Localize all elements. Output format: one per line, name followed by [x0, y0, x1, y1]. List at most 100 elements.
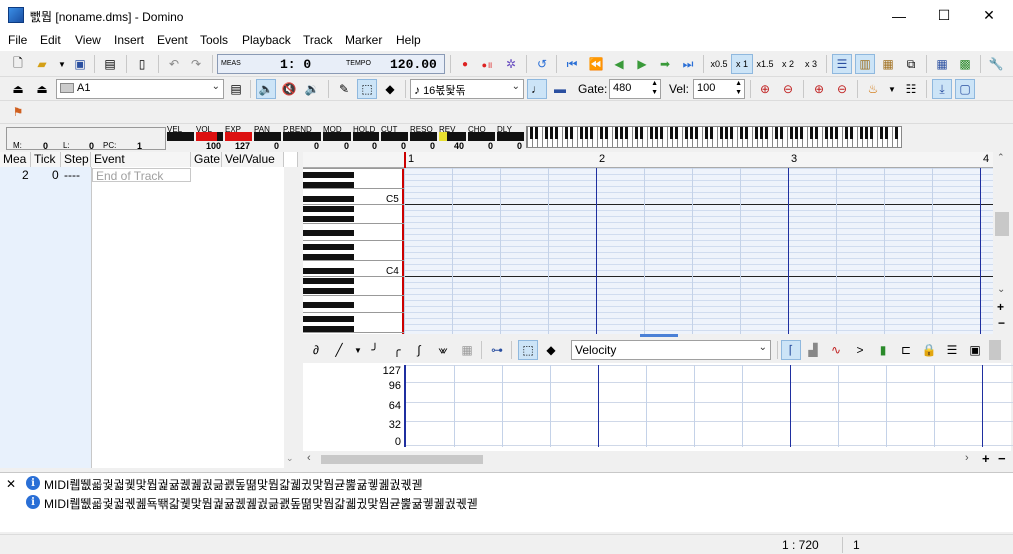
col-step[interactable]: Step	[61, 152, 91, 167]
zoom-plus-icon[interactable]: +	[997, 300, 1004, 314]
import-icon[interactable]: ⤓	[932, 79, 952, 99]
menu-view[interactable]: View	[75, 33, 101, 47]
lock-icon[interactable]: 🔒	[919, 340, 939, 360]
pencil-icon[interactable]: ✎	[334, 79, 354, 99]
black-key[interactable]	[303, 230, 354, 236]
list-view-icon[interactable]: ☰	[832, 54, 852, 74]
ctrl-view-icon[interactable]: ▣	[965, 340, 985, 360]
ctrl-scroll-thumb[interactable]	[989, 340, 1001, 360]
piano-keyboard[interactable]	[303, 168, 404, 334]
step-back-icon[interactable]: ◀	[609, 54, 629, 74]
close-button[interactable]: ✕	[966, 0, 1012, 31]
undo-icon[interactable]: ↶	[164, 54, 184, 74]
vel-input[interactable]: 100 ▲ ▼	[693, 79, 745, 99]
gate-input[interactable]: 480 ▲ ▼	[609, 79, 661, 99]
table-row[interactable]: 2 0 ---- End of Track	[0, 168, 284, 183]
menu-tools[interactable]: Tools	[200, 33, 228, 47]
black-key[interactable]	[303, 316, 354, 322]
chevron-right-icon[interactable]: ›	[965, 452, 969, 464]
col-value[interactable]: Vel/Value	[222, 152, 284, 167]
mute-icon[interactable]: 🔇	[279, 79, 299, 99]
zoom-v-out-icon[interactable]: ⊖	[832, 79, 852, 99]
black-key[interactable]	[303, 268, 354, 274]
chevron-down-icon[interactable]: ⌄	[286, 453, 294, 464]
spin-arrows-icon[interactable]: ▲ ▼	[735, 79, 742, 97]
black-key[interactable]	[303, 278, 354, 284]
insert-point-icon[interactable]: ⊶	[487, 340, 507, 360]
controller-type-select[interactable]: Velocity ⌄	[571, 340, 771, 360]
black-key[interactable]	[303, 244, 354, 250]
zoom-in-icon[interactable]: ⊕	[755, 79, 775, 99]
pianoroll-view-icon[interactable]: ▥	[855, 54, 875, 74]
zoom-minus-icon[interactable]: −	[998, 451, 1006, 466]
ctrl-select-icon[interactable]: ⬚	[518, 340, 538, 360]
event-list-scrollbar[interactable]: ⌄	[284, 167, 298, 468]
controller-pane[interactable]: 127 96 64 32 0	[303, 363, 1013, 451]
chevron-down-icon[interactable]: ⌄	[997, 284, 1005, 295]
fast-rewind-icon[interactable]: ⏪	[586, 54, 606, 74]
ctrl-eraser-icon[interactable]: ◆	[541, 340, 561, 360]
play-icon[interactable]: ▶	[632, 54, 652, 74]
document-icon[interactable]: ▯	[132, 54, 152, 74]
close-log-icon[interactable]: ✕	[6, 477, 16, 491]
greater-icon[interactable]: >	[850, 340, 870, 360]
black-key[interactable]	[303, 288, 354, 294]
plugin-icon[interactable]: ⚑	[8, 102, 28, 122]
speed-x1[interactable]: x 1	[731, 54, 753, 74]
redo-icon[interactable]: ↷	[186, 54, 206, 74]
event-list[interactable]: Mea Tick Step Event Gate Vel/Value 2 0 -…	[0, 152, 298, 468]
window-arrange-icon[interactable]: ⧉	[901, 54, 921, 74]
curve-convex-icon[interactable]: ╭	[387, 340, 407, 360]
speed-x1.5[interactable]: x1.5	[754, 54, 776, 74]
zoom-out-icon[interactable]: ⊖	[778, 79, 798, 99]
curve-concave-icon[interactable]: ╯	[365, 340, 385, 360]
score-icon[interactable]: ▢	[955, 79, 975, 99]
duration-icon[interactable]: ▬	[550, 79, 570, 99]
menu-insert[interactable]: Insert	[114, 33, 144, 47]
chevron-left-icon[interactable]: ‹	[307, 452, 311, 464]
stamp-icon[interactable]: ▟	[803, 340, 823, 360]
black-key[interactable]	[303, 206, 354, 212]
menu-file[interactable]: File	[8, 33, 27, 47]
save-icon[interactable]: ▣	[70, 54, 90, 74]
speed-x3[interactable]: x 3	[800, 54, 822, 74]
bar-graph-icon[interactable]: ⌈	[781, 340, 801, 360]
track-select[interactable]: A1 ⌄	[56, 79, 224, 99]
settings-wrench-icon[interactable]: 🔧	[986, 54, 1006, 74]
ctrl-list-icon[interactable]: ☰	[942, 340, 962, 360]
note-grid[interactable]	[404, 168, 993, 334]
drum-icon[interactable]: ♨	[863, 79, 883, 99]
solo-icon[interactable]: 🔉	[302, 79, 322, 99]
drum-dropdown-icon[interactable]: ▼	[882, 79, 902, 99]
grid-view-icon[interactable]: ▦	[932, 54, 952, 74]
range-icon[interactable]: ⊏	[896, 340, 916, 360]
menu-track[interactable]: Track	[303, 33, 333, 47]
arrange-icon[interactable]: ☷	[901, 79, 921, 99]
rewind-start-icon[interactable]: ⏮	[562, 54, 582, 74]
freehand-icon[interactable]: ∂	[306, 340, 326, 360]
note-length-select[interactable]: ♪ 16볷돷돆 ⌄	[410, 79, 524, 99]
pianoroll-hscroll[interactable]: ‹ › + −	[303, 451, 1011, 468]
black-key[interactable]	[303, 216, 354, 222]
zoom-plus-icon[interactable]: +	[982, 451, 990, 466]
col-event[interactable]: Event	[91, 152, 191, 167]
menu-playback[interactable]: Playback	[242, 33, 291, 47]
minimize-button[interactable]: —	[876, 0, 922, 31]
spin-arrows-icon[interactable]: ▲ ▼	[651, 79, 658, 97]
maximize-button[interactable]: ☐	[921, 0, 967, 31]
track-properties-icon[interactable]: ▤	[226, 79, 246, 99]
zoom-minus-icon[interactable]: −	[998, 316, 1005, 330]
col-tick[interactable]: Tick	[31, 152, 61, 167]
s-curve-icon[interactable]: ∫	[409, 340, 429, 360]
controller-grid[interactable]	[404, 365, 1013, 447]
menu-edit[interactable]: Edit	[40, 33, 61, 47]
col-gate[interactable]: Gate	[191, 152, 222, 167]
step-curve-icon[interactable]: ▦	[457, 340, 477, 360]
track-up-icon[interactable]: ⏏	[32, 79, 52, 99]
scroll-thumb[interactable]	[995, 212, 1009, 236]
event-cell[interactable]: End of Track	[92, 168, 191, 183]
forward-end-icon[interactable]: ⏭	[678, 54, 698, 74]
col-mea[interactable]: Mea	[0, 152, 31, 167]
record-icon[interactable]: ●	[455, 54, 475, 74]
line-icon[interactable]: ╱	[329, 340, 349, 360]
